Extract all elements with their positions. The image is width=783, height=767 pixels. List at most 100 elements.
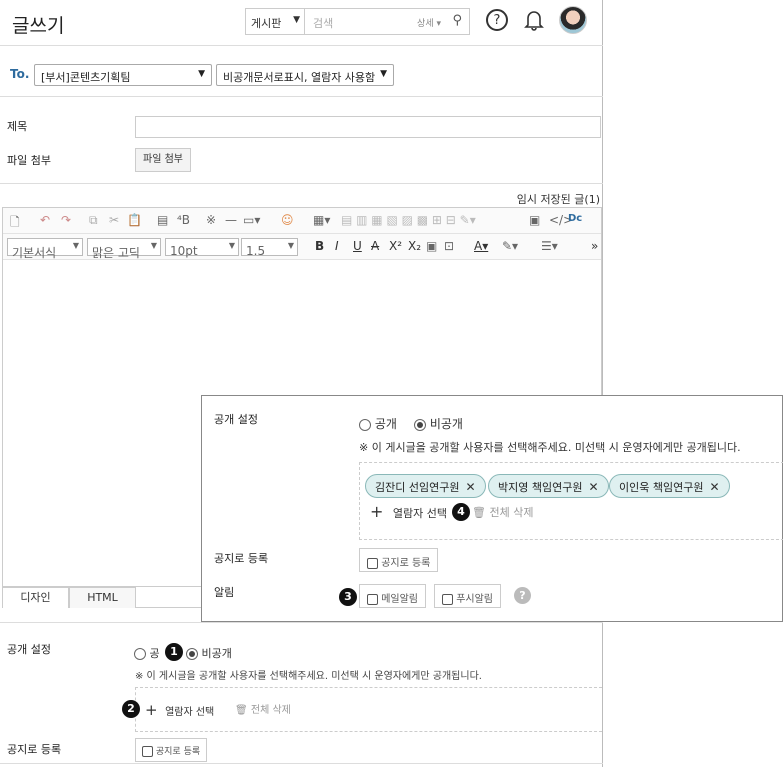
bg-color-icon[interactable]: ✎▾	[502, 239, 518, 253]
radio-public-icon[interactable]	[134, 648, 146, 660]
department-select-value: [부서]콘텐츠기획팀	[41, 71, 131, 84]
italic-button[interactable]: I	[335, 239, 339, 253]
checkbox-icon[interactable]	[367, 593, 378, 605]
subject-label: 제목	[7, 120, 28, 133]
undo-icon[interactable]: ↶	[40, 213, 50, 227]
bell-icon[interactable]	[522, 9, 546, 33]
mail-alarm-label: 메일알림	[381, 594, 418, 605]
notice-reg-button-label: 공지로 등록	[155, 747, 201, 757]
radio-private-icon[interactable]	[186, 648, 198, 660]
chevron-down-icon: ▼	[198, 69, 205, 79]
board-select-value: 게시판	[251, 17, 282, 30]
cut-icon[interactable]: ✂	[109, 213, 119, 227]
underline-button[interactable]: U	[353, 239, 362, 253]
popup-add-viewer-button[interactable]: + 열람자 선택	[370, 502, 447, 521]
page-title: 글쓰기	[12, 15, 65, 37]
editor-toolbar-row-2: 기본서식 ▼ 맑은 고딕 ▼ 10pt ▼ 1.5 ▼ B I U A X² X₂ ▣ …	[3, 234, 601, 260]
font-color-icon[interactable]: A▾	[474, 239, 488, 253]
subscript-button[interactable]: X₂	[408, 239, 421, 253]
emoticon-icon[interactable]: ☺	[281, 213, 294, 227]
spellcheck-icon[interactable]: ⁴B	[177, 213, 190, 227]
horizontal-rule-icon[interactable]: —	[225, 213, 237, 227]
search-placeholder: 검색	[313, 17, 334, 30]
divider	[0, 45, 603, 46]
popup-delete-all-label: 전체 삭제	[489, 506, 534, 519]
mail-alarm-button[interactable]: 메일알림	[359, 584, 426, 608]
visibility-option-select[interactable]: 비공개문서로표시, 열람자 사용함 ▼	[216, 64, 394, 86]
checkbox-icon[interactable]	[367, 557, 378, 569]
delete-all-button[interactable]: 🗑 전체 삭제	[235, 701, 291, 716]
search-detail-button[interactable]: 상세 ▾	[417, 16, 441, 29]
trash-icon: 🗑	[235, 705, 248, 716]
notice-reg-button[interactable]: 공지로 등록	[135, 738, 208, 762]
close-icon[interactable]: ✕	[588, 480, 598, 494]
attach-label: 파일 첨부	[7, 154, 51, 167]
template-icon[interactable]: ▤	[157, 213, 168, 227]
tab-design[interactable]: 디자인	[2, 587, 69, 608]
text-box-icon[interactable]: ▣	[426, 239, 437, 253]
copy-icon[interactable]: ⧉	[89, 213, 98, 228]
popup-radio-public[interactable]: 공개	[359, 415, 397, 432]
popup-radio-private-icon[interactable]	[414, 418, 426, 431]
bold-button[interactable]: B	[315, 239, 324, 253]
avatar[interactable]	[559, 6, 587, 34]
table-edit-icons[interactable]: ▤ ▥ ▦ ▧ ▨ ▩ ⊞ ⊟ ✎▾	[341, 213, 476, 227]
push-alarm-button[interactable]: 푸시알림	[434, 584, 501, 608]
search-icon[interactable]: ⚲	[452, 13, 462, 28]
popup-notice-reg-button[interactable]: 공지로 등록	[359, 548, 439, 572]
radio-private-label: 비공개	[201, 647, 232, 660]
table-icon[interactable]: ▦▾	[313, 213, 330, 227]
list-icon[interactable]: ☰▾	[541, 239, 558, 253]
search-input[interactable]: 검색 상세 ▾ ⚲	[304, 8, 470, 35]
special-char-icon[interactable]: ※	[206, 213, 216, 227]
board-select[interactable]: 게시판 ▼	[245, 8, 305, 35]
font-select[interactable]: 맑은 고딕 ▼	[87, 238, 161, 260]
popup-visibility-label: 공개 설정	[214, 413, 258, 426]
help-icon[interactable]: ?	[514, 587, 531, 604]
radio-public[interactable]: 공	[134, 645, 160, 661]
image-icon[interactable]: ▣	[529, 213, 540, 227]
radio-private[interactable]: 비공개	[186, 645, 232, 661]
popup-radio-public-label: 공개	[374, 417, 397, 431]
temp-saved-link[interactable]: 임시 저장된 글(1)	[517, 191, 600, 207]
viewer-chip-label: 이인욱 책임연구원	[619, 481, 704, 494]
checkbox-icon[interactable]	[142, 746, 153, 757]
document-icon[interactable]: Dc	[568, 213, 582, 224]
chevron-down-icon: ▼	[380, 69, 387, 79]
notice-reg-label: 공지로 등록	[7, 743, 62, 756]
delete-all-label: 전체 삭제	[250, 705, 291, 716]
divider	[0, 763, 603, 764]
editor-toolbar-row-1: 🗋 ↶ ↷ ⧉ ✂ 📋 ▤ ⁴B ※ — ▭▾ ☺ ▦▾ ▤ ▥ ▦ ▧ ▨ ▩…	[3, 208, 601, 234]
chevron-down-icon: ▼	[293, 15, 300, 25]
style-select[interactable]: 기본서식 ▼	[7, 238, 83, 260]
attach-file-button[interactable]: 파일 첨부	[135, 148, 191, 172]
paste-icon[interactable]: 📋	[127, 213, 142, 227]
highlight-box-icon[interactable]: ⊡	[444, 239, 454, 253]
checkbox-icon[interactable]	[442, 593, 453, 605]
visibility-settings-popup: 공개 설정 공개 비공개 ※ 이 게시글을 공개할 사용자를 선택해주세요. 미…	[201, 395, 783, 622]
divider	[0, 96, 603, 97]
close-icon[interactable]: ✕	[465, 480, 475, 494]
divider	[0, 183, 603, 184]
department-select[interactable]: [부서]콘텐츠기획팀 ▼	[34, 64, 212, 86]
viewer-chip[interactable]: 이인욱 책임연구원 ✕	[609, 474, 730, 498]
viewer-chip[interactable]: 김잔디 선임연구원 ✕	[365, 474, 486, 498]
box-icon[interactable]: ▭▾	[243, 213, 260, 227]
popup-radio-public-icon[interactable]	[359, 418, 371, 431]
strike-button[interactable]: A	[371, 239, 379, 253]
tab-html[interactable]: HTML	[69, 587, 136, 608]
viewer-chip[interactable]: 박지영 책임연구원 ✕	[488, 474, 609, 498]
popup-delete-all-button[interactable]: 🗑 전체 삭제	[472, 504, 533, 520]
more-icon[interactable]: »	[591, 239, 598, 253]
add-viewer-button[interactable]: + 열람자 선택	[145, 701, 214, 719]
popup-radio-private[interactable]: 비공개	[414, 415, 463, 432]
help-icon[interactable]: ?	[486, 9, 508, 31]
callout-badge-4: 4	[452, 503, 470, 521]
close-icon[interactable]: ✕	[709, 480, 719, 494]
redo-icon[interactable]: ↷	[61, 213, 71, 227]
line-height-select[interactable]: 1.5 ▼	[241, 238, 298, 258]
superscript-button[interactable]: X²	[389, 239, 402, 253]
font-size-select[interactable]: 10pt ▼	[165, 238, 239, 258]
new-document-icon[interactable]: 🗋	[10, 213, 20, 234]
subject-input[interactable]	[135, 116, 601, 138]
